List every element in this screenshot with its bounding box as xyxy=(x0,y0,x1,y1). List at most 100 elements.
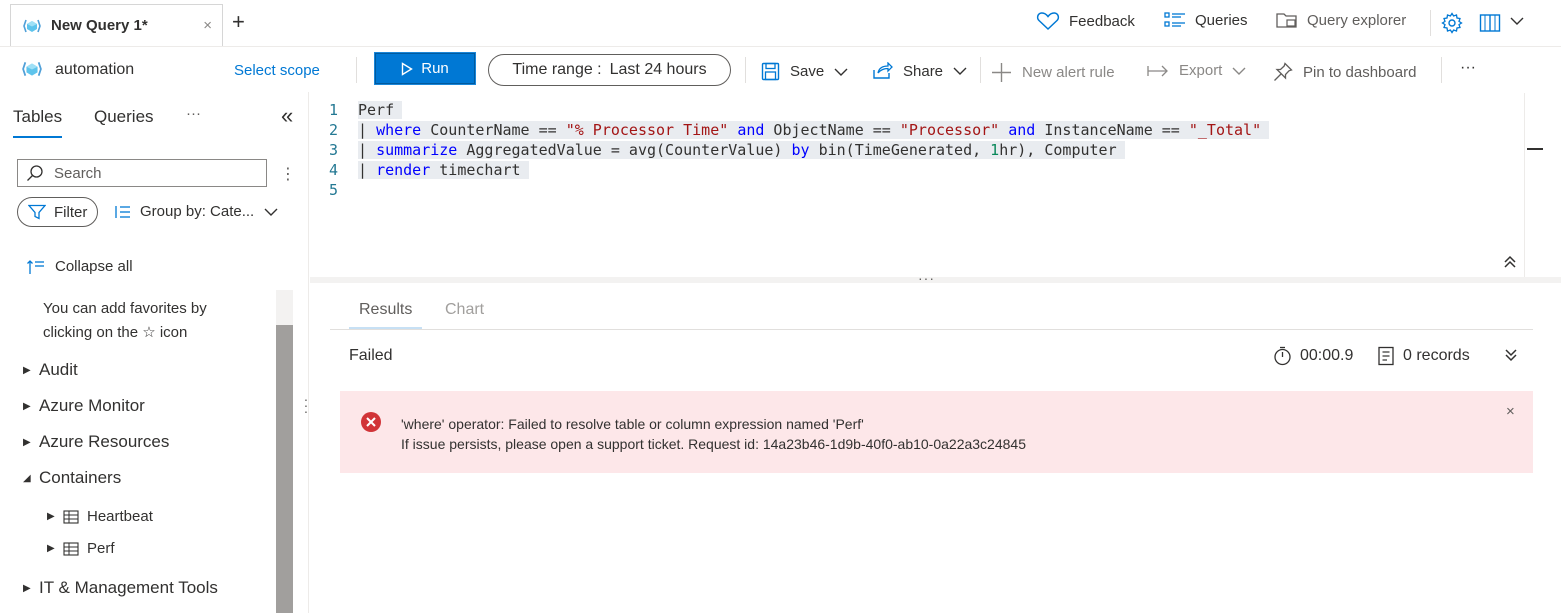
tree-item-azure-monitor[interactable]: ▶ Azure Monitor xyxy=(23,396,145,416)
tree-item-perf[interactable]: ▶ Perf xyxy=(47,540,115,557)
close-tab-icon[interactable]: × xyxy=(203,17,212,34)
caret-down-icon: ◢ xyxy=(23,472,31,484)
group-by-label: Group by: Cate... xyxy=(140,203,255,220)
line-number: 2 xyxy=(328,121,338,139)
line-number: 1 xyxy=(328,101,338,119)
run-button[interactable]: Run xyxy=(375,53,475,84)
chevron-down-icon xyxy=(1232,66,1246,76)
query-explorer-button[interactable]: Query explorer xyxy=(1276,11,1406,29)
code-line-text: | summarize AggregatedValue = avg(Counte… xyxy=(358,141,1125,159)
select-scope-link[interactable]: Select scope xyxy=(234,62,320,79)
pin-to-dashboard-button[interactable]: Pin to dashboard xyxy=(1273,62,1416,82)
panel-more-button[interactable]: ··· xyxy=(186,105,201,122)
filter-button[interactable]: Filter xyxy=(17,197,98,227)
share-label: Share xyxy=(903,62,944,80)
filter-funnel-icon xyxy=(28,204,46,220)
query-duration: 00:00.9 xyxy=(1273,346,1353,366)
heart-icon xyxy=(1036,11,1060,31)
run-label: Run xyxy=(421,60,449,77)
pin-icon xyxy=(1273,62,1293,82)
query-status: Failed xyxy=(349,347,393,364)
tree-item-label: Heartbeat xyxy=(87,508,153,525)
collapse-all-button[interactable]: Collapse all xyxy=(27,258,133,275)
chevron-down-icon[interactable] xyxy=(1509,14,1525,31)
tree-item-it-management-tools[interactable]: ▶ IT & Management Tools xyxy=(23,578,218,598)
collapse-panel-icon[interactable]: « xyxy=(281,103,293,129)
code-table: Perf xyxy=(358,101,395,119)
new-tab-button[interactable]: + xyxy=(232,10,245,34)
tree-item-label: Azure Resources xyxy=(39,432,170,451)
expand-results-icon[interactable] xyxy=(1503,347,1519,366)
code-line: 4 | render timechart xyxy=(310,160,529,180)
panel-splitter[interactable] xyxy=(308,92,309,613)
editor-scrollbar[interactable] xyxy=(1524,93,1525,277)
book-icon[interactable] xyxy=(1479,13,1501,36)
new-alert-rule-button[interactable]: New alert rule xyxy=(991,62,1115,83)
export-arrow-icon xyxy=(1147,64,1169,78)
editor-results-splitter[interactable] xyxy=(310,277,1561,283)
tab-tables[interactable]: Tables xyxy=(13,107,63,138)
favorites-note-line-1: You can add favorites by xyxy=(43,300,207,317)
time-range-picker[interactable]: Time range : Last 24 hours xyxy=(488,54,731,86)
chevron-down-icon xyxy=(264,207,278,217)
more-options-button[interactable]: ··· xyxy=(1460,59,1476,77)
queries-button[interactable]: Queries xyxy=(1164,11,1248,29)
group-list-icon xyxy=(115,205,131,219)
code-line: 5 xyxy=(310,180,358,200)
queries-label: Queries xyxy=(1195,11,1248,29)
close-error-icon[interactable]: × xyxy=(1506,403,1515,420)
export-label: Export xyxy=(1179,62,1223,79)
tree-item-label: Containers xyxy=(39,468,122,487)
caret-right-icon: ▶ xyxy=(23,364,31,376)
tree-item-heartbeat[interactable]: ▶ Heartbeat xyxy=(47,508,153,525)
tab-chart[interactable]: Chart xyxy=(445,301,484,319)
caret-right-icon: ▶ xyxy=(23,400,31,412)
search-field[interactable] xyxy=(17,159,267,187)
scrollbar-thumb[interactable] xyxy=(276,325,293,613)
tab-results[interactable]: Results xyxy=(348,301,423,329)
tab-queries[interactable]: Queries xyxy=(94,107,154,127)
share-button[interactable]: Share xyxy=(872,62,967,80)
stopwatch-icon xyxy=(1273,346,1292,366)
query-editor[interactable]: 1 Perf 2 | where CounterName == "% Proce… xyxy=(310,93,1525,275)
log-analytics-workspace-icon xyxy=(23,18,41,34)
group-by-dropdown[interactable]: Group by: Cate... xyxy=(115,203,278,220)
kebab-menu-icon[interactable]: ⋮ xyxy=(280,164,296,184)
divider xyxy=(356,57,357,83)
search-input[interactable] xyxy=(54,164,254,182)
error-line-1: 'where' operator: Failed to resolve tabl… xyxy=(401,416,864,432)
caret-right-icon: ▶ xyxy=(23,582,31,594)
chevron-down-icon xyxy=(953,66,967,76)
query-explorer-label: Query explorer xyxy=(1307,11,1407,29)
time-range-value: Last 24 hours xyxy=(609,61,707,78)
scope-name: automation xyxy=(55,61,135,78)
divider xyxy=(745,57,746,83)
search-icon xyxy=(27,165,43,181)
feedback-label: Feedback xyxy=(1069,12,1135,30)
collapse-editor-icon[interactable] xyxy=(1502,254,1518,273)
line-number: 4 xyxy=(328,161,338,179)
records-value: 0 records xyxy=(1403,347,1470,364)
divider xyxy=(1430,10,1431,36)
splitter-handle[interactable]: ··· xyxy=(918,270,935,286)
code-line-2-pipe: | xyxy=(358,121,377,139)
export-button[interactable]: Export xyxy=(1147,62,1246,79)
share-icon xyxy=(872,62,893,80)
plus-icon xyxy=(991,62,1012,83)
caret-right-icon: ▶ xyxy=(47,543,55,554)
table-icon xyxy=(63,541,79,556)
tree-item-containers[interactable]: ◢ Containers xyxy=(23,468,121,488)
vertical-splitter-handle[interactable]: · · · xyxy=(303,392,309,418)
code-line-text: | where CounterName == "% Processor Time… xyxy=(358,121,1270,139)
divider xyxy=(1441,57,1442,83)
tree-item-audit[interactable]: ▶ Audit xyxy=(23,360,78,380)
tree-item-azure-resources[interactable]: ▶ Azure Resources xyxy=(23,432,169,452)
tree-item-label: Audit xyxy=(39,360,78,379)
query-tab[interactable]: New Query 1* × xyxy=(10,4,223,46)
favorites-note: You can add favorites by clicking on the… xyxy=(43,297,263,345)
settings-gear-icon[interactable] xyxy=(1441,12,1463,37)
favorites-note-line-2: clicking on the ☆ icon xyxy=(43,324,188,341)
code-line: 2 | where CounterName == "% Processor Ti… xyxy=(310,120,1270,140)
feedback-button[interactable]: Feedback xyxy=(1036,11,1135,31)
save-button[interactable]: Save xyxy=(761,62,848,81)
